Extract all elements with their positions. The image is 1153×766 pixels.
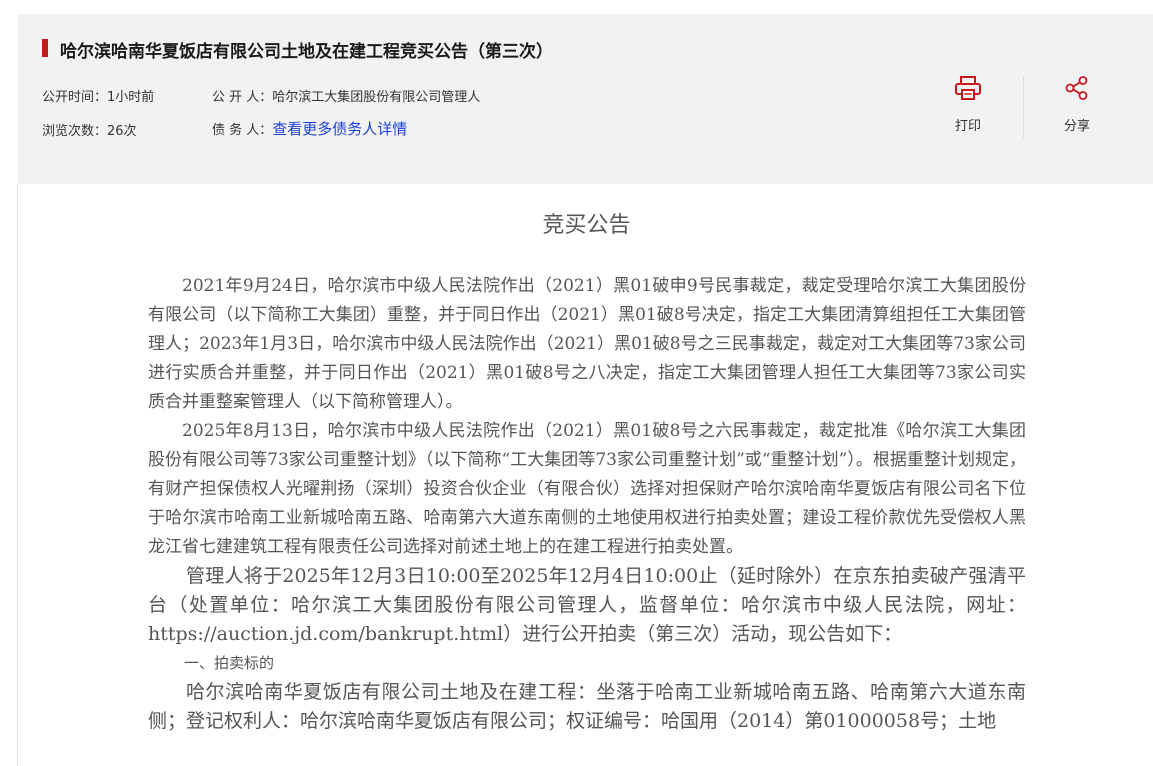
view-count-label: 浏览次数： bbox=[42, 124, 108, 139]
publish-time-label: 公开时间： bbox=[42, 90, 108, 105]
debtor-details-link[interactable]: 查看更多债务人详情 bbox=[272, 120, 407, 138]
paragraph-case-background: 2021年9月24日，哈尔滨市中级人民法院作出（2021）黑01破申9号民事裁定… bbox=[148, 276, 1026, 412]
view-count-value: 26次 bbox=[107, 124, 137, 139]
document-heading: 竞买公告 bbox=[542, 213, 631, 238]
printer-icon bbox=[955, 76, 981, 100]
section-heading-auction-target: 一、拍卖标的 bbox=[184, 654, 275, 672]
announcement-body: 2021年9月24日，哈尔滨市中级人民法院作出（2021）黑01破申9号民事裁定… bbox=[148, 272, 1026, 736]
print-label: 打印 bbox=[954, 119, 981, 134]
share-label: 分享 bbox=[1063, 119, 1090, 134]
print-button[interactable]: 打印 bbox=[928, 75, 1008, 134]
action-divider bbox=[1023, 76, 1024, 138]
title-accent-bar bbox=[42, 39, 48, 57]
debtor-label: 债 务 人： bbox=[212, 123, 273, 138]
view-count: 浏览次数：26次 bbox=[42, 120, 137, 139]
publisher: 公 开 人：哈尔滨工大集团股份有限公司管理人 bbox=[212, 86, 480, 105]
paragraph-auction-schedule: 管理人将于2025年12月3日10:00至2025年12月4日10:00止（延时… bbox=[148, 565, 1026, 645]
publisher-value: 哈尔滨工大集团股份有限公司管理人 bbox=[272, 90, 481, 105]
paragraph-auction-target: 哈尔滨哈南华夏饭店有限公司土地及在建工程：坐落于哈南工业新城哈南五路、哈南第六大… bbox=[148, 681, 1026, 732]
publisher-label: 公 开 人： bbox=[212, 90, 273, 105]
publish-time-value: 1小时前 bbox=[107, 90, 155, 105]
content-left-border bbox=[17, 184, 18, 766]
paragraph-reorganization-plan: 2025年8月13日，哈尔滨市中级人民法院作出（2021）黑01破8号之六民事裁… bbox=[148, 421, 1026, 557]
share-icon bbox=[1065, 76, 1088, 100]
debtor: 债 务 人：查看更多债务人详情 bbox=[212, 118, 407, 139]
page-title: 哈尔滨哈南华夏饭店有限公司土地及在建工程竞买公告（第三次） bbox=[60, 42, 553, 62]
share-button[interactable]: 分享 bbox=[1037, 75, 1117, 134]
publish-time: 公开时间：1小时前 bbox=[42, 86, 154, 105]
